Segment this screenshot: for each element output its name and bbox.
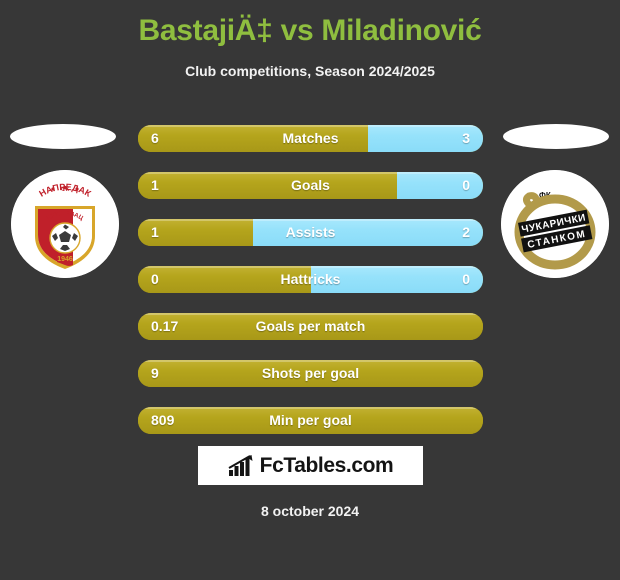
away-value: 3 (462, 130, 470, 146)
stat-row-assists: 1 Assists 2 (138, 219, 483, 246)
stat-row-goals: 1 Goals 0 (138, 172, 483, 199)
home-badge-plate-ellipse (10, 124, 116, 149)
page-subtitle: Club competitions, Season 2024/2025 (185, 63, 435, 79)
away-value: 0 (462, 177, 470, 193)
away-club-badge-disc: ФК ЧУКАРИЧКИ СТАНКОМ BEOGRAD 1926 (501, 170, 609, 278)
stat-label: Goals (291, 177, 330, 193)
stat-label: Shots per goal (261, 365, 360, 381)
svg-text:1946: 1946 (57, 256, 73, 263)
away-value: 0 (462, 271, 470, 287)
page-title: BastajiÄ‡ vs Miladinović (138, 14, 482, 47)
stat-label: Hattricks (280, 271, 341, 287)
fk-napredak-krusevac-icon: ФК НАПРЕДАК КРУШЕВАЦ 1946 (11, 170, 119, 278)
generation-date: 8 october 2024 (260, 503, 360, 519)
away-club-badge[interactable]: ФК ЧУКАРИЧКИ СТАНКОМ BEOGRAD 1926 (501, 170, 609, 278)
stat-row-hattricks: 0 Hattricks 0 (138, 266, 483, 293)
svg-text:BEOGRAD 1926: BEOGRAD 1926 (540, 259, 571, 264)
home-club-badge[interactable]: ФК НАПРЕДАК КРУШЕВАЦ 1946 (11, 170, 119, 278)
fctables-logo[interactable]: FcTables.com (198, 446, 423, 485)
stat-label: Assists (285, 224, 336, 240)
away-value: 2 (462, 224, 470, 240)
stat-row-min-per-goal: 809 Min per goal (138, 407, 483, 434)
bar-chart-arrow-icon (228, 454, 253, 476)
home-club-badge-disc: ФК НАПРЕДАК КРУШЕВАЦ 1946 (11, 170, 119, 278)
fctables-logo-text: FcTables.com (259, 453, 394, 477)
stat-label: Goals per match (255, 318, 366, 334)
stat-row-matches: 6 Matches 3 (138, 125, 483, 152)
fk-cukaricki-stankom-icon: ФК ЧУКАРИЧКИ СТАНКОМ BEOGRAD 1926 (501, 170, 609, 278)
stat-row-goals-per-match: 0.17 Goals per match (138, 313, 483, 340)
stat-comparison-card: BastajiÄ‡ vs Miladinović Club competitio… (0, 0, 620, 580)
stat-label: Matches (282, 130, 339, 146)
away-badge-plate-ellipse (503, 124, 609, 149)
stat-label: Min per goal (269, 412, 352, 428)
stat-row-shots-per-goal: 9 Shots per goal (138, 360, 483, 387)
stat-rows: 6 Matches 3 1 Goals 0 1 Assists 2 0 Hatt… (138, 125, 483, 454)
